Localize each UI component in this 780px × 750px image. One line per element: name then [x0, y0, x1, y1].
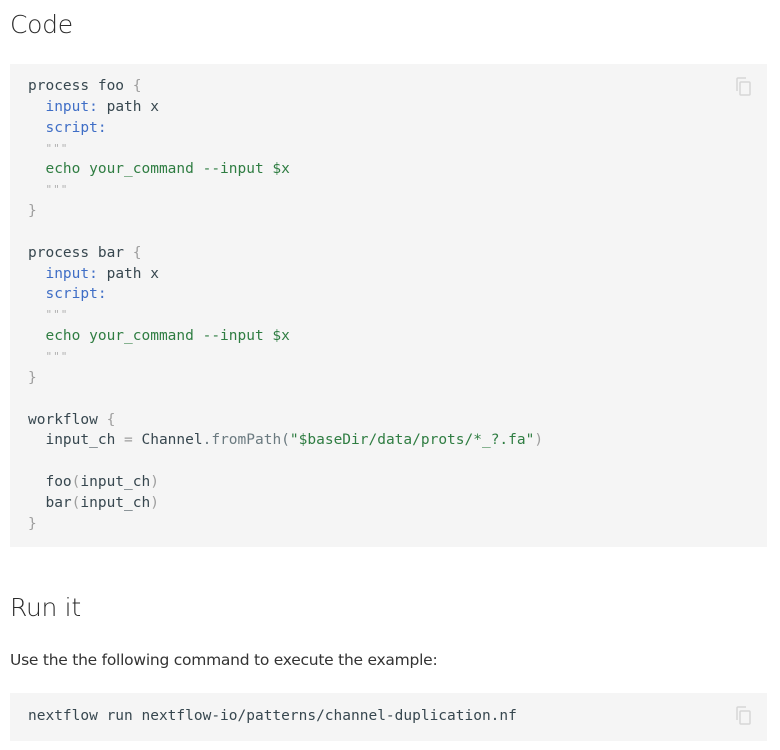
- copy-icon[interactable]: [733, 76, 755, 98]
- run-description: Use the the following command to execute…: [10, 651, 438, 669]
- code-line: script:: [28, 284, 543, 305]
- code-token: input:: [45, 98, 98, 115]
- code-line: }: [28, 514, 543, 535]
- code-token: }: [28, 203, 37, 220]
- code-line: echo your_command --input $x: [28, 159, 543, 180]
- code-line: }: [28, 201, 543, 222]
- code-line: bar(input_ch): [28, 493, 543, 514]
- code-line: script:: [28, 118, 543, 139]
- code-token: """: [45, 308, 69, 322]
- code-token: {: [132, 244, 142, 261]
- code-token: input:: [45, 265, 98, 282]
- code-token: path x: [97, 98, 159, 115]
- code-line: }: [28, 368, 543, 389]
- code-token: path x: [97, 265, 159, 282]
- code-token: echo your_command --input $x: [28, 161, 290, 178]
- code-token: workflow: [28, 411, 107, 428]
- code-token: foo: [28, 474, 72, 491]
- code-token: """: [45, 349, 69, 363]
- code-token: process bar: [28, 244, 133, 261]
- code-token: process foo: [28, 78, 133, 94]
- code-token: """: [45, 183, 69, 197]
- code-token: {: [106, 411, 116, 428]
- copy-icon[interactable]: [733, 705, 755, 727]
- code-token: ): [534, 432, 544, 449]
- code-line: input_ch = Channel.fromPath("$baseDir/da…: [28, 430, 543, 451]
- code-token: }: [28, 369, 37, 386]
- code-token: }: [28, 515, 37, 532]
- code-token: "$baseDir/data/prots/*_?.fa": [289, 432, 535, 449]
- code-token: {: [132, 78, 142, 94]
- code-content[interactable]: process foo { input: path x script: """ …: [28, 76, 543, 535]
- code-line: process foo {: [28, 76, 543, 97]
- section-heading-run-it: Run it: [10, 593, 81, 622]
- code-line: """: [28, 305, 543, 326]
- code-token: input_ch: [80, 494, 151, 511]
- code-line: foo(input_ch): [28, 472, 543, 493]
- code-line: """: [28, 180, 543, 201]
- code-line: process bar {: [28, 243, 543, 264]
- code-line: input: path x: [28, 97, 543, 118]
- code-line: workflow {: [28, 410, 543, 431]
- code-line: """: [28, 347, 543, 368]
- code-token: Channel: [132, 432, 203, 449]
- code-token: input_ch: [28, 432, 125, 449]
- code-token: bar: [28, 494, 72, 511]
- command-block[interactable]: nextflow run nextflow-io/patterns/channe…: [10, 693, 767, 741]
- code-line: echo your_command --input $x: [28, 326, 543, 347]
- section-heading-code: Code: [10, 10, 73, 39]
- code-token: =: [124, 432, 133, 449]
- code-token: ): [150, 494, 159, 511]
- code-token: script:: [45, 119, 107, 136]
- code-token: echo your_command --input $x: [28, 328, 290, 345]
- code-token: .fromPath(: [202, 432, 290, 449]
- code-token: script:: [45, 286, 107, 303]
- code-token: input_ch: [80, 474, 151, 491]
- code-token: """: [45, 141, 69, 155]
- code-token: ): [150, 474, 159, 491]
- code-line: """: [28, 139, 543, 160]
- code-block[interactable]: process foo { input: path x script: """ …: [10, 64, 767, 547]
- code-line: input: path x: [28, 264, 543, 285]
- command-text[interactable]: nextflow run nextflow-io/patterns/channe…: [28, 706, 517, 727]
